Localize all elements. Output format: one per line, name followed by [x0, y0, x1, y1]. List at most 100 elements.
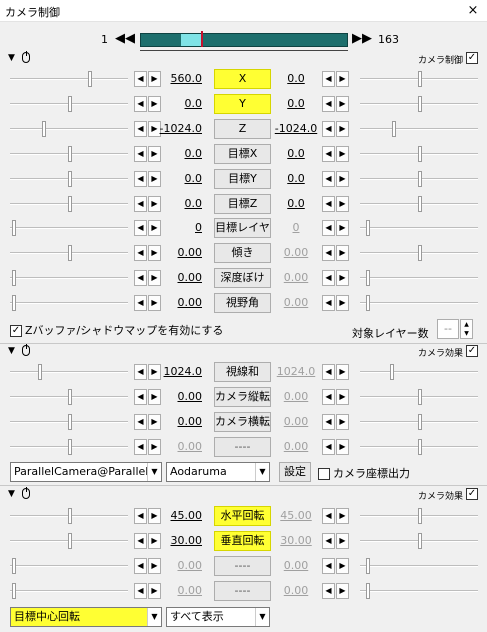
slider-thumb-start[interactable]	[68, 414, 72, 430]
arrow-left-icon[interactable]: ◀	[134, 533, 147, 549]
slider-thumb-start[interactable]	[38, 364, 42, 380]
arrow-right-icon[interactable]: ▶	[336, 196, 349, 212]
stepper-end[interactable]: ◀ ▶	[322, 508, 350, 524]
chevron-down-icon[interactable]: ▼	[147, 463, 161, 481]
stepper-end[interactable]: ◀ ▶	[322, 270, 350, 286]
arrow-left-icon[interactable]: ◀	[134, 71, 147, 87]
value-start[interactable]: 0.00	[150, 415, 203, 428]
param-button[interactable]: ----	[214, 556, 271, 576]
section-enable-checkbox[interactable]: ✓	[466, 52, 478, 64]
slider-track-end[interactable]	[360, 565, 478, 567]
arrow-right-icon[interactable]: ▶	[336, 121, 349, 137]
stepper-end[interactable]: ◀ ▶	[322, 295, 350, 311]
arrow-left-icon[interactable]: ◀	[322, 508, 335, 524]
zbuffer-checkbox[interactable]: ✓	[10, 325, 22, 337]
param-button[interactable]: 水平回転	[214, 506, 271, 526]
value-start[interactable]: -1024.0	[150, 122, 202, 135]
arrow-right-icon[interactable]: ▶	[336, 96, 349, 112]
slider-thumb-end[interactable]	[366, 583, 370, 599]
arrow-left-icon[interactable]: ◀	[322, 96, 335, 112]
slider-thumb-start[interactable]	[68, 196, 72, 212]
arrow-left-icon[interactable]: ◀	[322, 196, 335, 212]
param-button[interactable]: 垂直回転	[214, 531, 271, 551]
param-button[interactable]: ----	[214, 437, 271, 457]
collapse-icon[interactable]: ▼	[8, 52, 15, 64]
arrow-left-icon[interactable]: ◀	[322, 364, 335, 380]
slider-thumb-end[interactable]	[418, 96, 422, 112]
value-end[interactable]: 0.0	[273, 172, 319, 185]
slider-thumb-start[interactable]	[12, 583, 16, 599]
value-end[interactable]: 0.00	[273, 440, 319, 453]
arrow-left-icon[interactable]: ◀	[134, 583, 147, 599]
arrow-right-icon[interactable]: ▶	[336, 533, 349, 549]
value-end[interactable]: 0.0	[273, 197, 319, 210]
arrow-right-icon[interactable]: ▶	[336, 171, 349, 187]
section-enable-checkbox[interactable]: ✓	[466, 345, 478, 357]
script-select[interactable]: ParallelCamera@ParallelC ▼	[10, 462, 162, 482]
value-start[interactable]: 0	[150, 221, 202, 234]
spin-up-icon[interactable]: ▲	[464, 321, 469, 328]
chevron-down-icon[interactable]: ▼	[255, 463, 269, 481]
slider-track-end[interactable]	[360, 302, 478, 304]
arrow-right-icon[interactable]: ▶	[336, 364, 349, 380]
stepper-end[interactable]: ◀ ▶	[322, 121, 350, 137]
param-button[interactable]: 目標X	[214, 144, 271, 164]
arrow-left-icon[interactable]: ◀	[134, 146, 147, 162]
arrow-left-icon[interactable]: ◀	[134, 121, 147, 137]
slider-track-end[interactable]	[360, 590, 478, 592]
stepper-end[interactable]: ◀ ▶	[322, 71, 350, 87]
value-start[interactable]: 0.00	[150, 296, 203, 309]
arrow-right-icon[interactable]: ▶	[336, 220, 349, 236]
target-layer-spinner[interactable]: -- ▲ ▼	[437, 319, 473, 339]
value-end[interactable]: 1024.0	[273, 365, 319, 378]
arrow-left-icon[interactable]: ◀	[134, 389, 147, 405]
arrow-right-icon[interactable]: ▶	[336, 71, 349, 87]
value-end[interactable]: 0.00	[273, 296, 319, 309]
arrow-left-icon[interactable]: ◀	[322, 270, 335, 286]
arrow-left-icon[interactable]: ◀	[134, 270, 147, 286]
arrow-left-icon[interactable]: ◀	[134, 196, 147, 212]
stepper-end[interactable]: ◀ ▶	[322, 96, 350, 112]
value-end[interactable]: 0.00	[273, 271, 319, 284]
param-button[interactable]: Y	[214, 94, 271, 114]
value-start[interactable]: 0.00	[150, 390, 203, 403]
slider-thumb-start[interactable]	[88, 71, 92, 87]
stepper-end[interactable]: ◀ ▶	[322, 533, 350, 549]
value-start[interactable]: 0.0	[150, 97, 203, 110]
value-end[interactable]: 0.0	[273, 97, 319, 110]
value-start[interactable]: 0.0	[150, 147, 203, 160]
param-button[interactable]: 深度ぼけ	[214, 268, 271, 288]
value-start[interactable]: 560.0	[150, 72, 203, 85]
arrow-left-icon[interactable]: ◀	[134, 414, 147, 430]
arrow-left-icon[interactable]: ◀	[134, 439, 147, 455]
slider-thumb-start[interactable]	[68, 389, 72, 405]
arrow-left-icon[interactable]: ◀	[134, 558, 147, 574]
value-start[interactable]: 0.00	[150, 559, 203, 572]
param-button[interactable]: 傾き	[214, 243, 271, 263]
arrow-right-icon[interactable]: ▶	[336, 439, 349, 455]
arrow-right-icon[interactable]: ▶	[336, 558, 349, 574]
stepper-end[interactable]: ◀ ▶	[322, 220, 350, 236]
slider-thumb-end[interactable]	[418, 71, 422, 87]
timeline-track[interactable]	[140, 31, 348, 47]
slider-thumb-start[interactable]	[68, 508, 72, 524]
slider-thumb-end[interactable]	[366, 270, 370, 286]
value-start[interactable]: 0.00	[150, 246, 203, 259]
next-keyframe-button[interactable]: ▶▶	[352, 31, 372, 47]
stepper-end[interactable]: ◀ ▶	[322, 558, 350, 574]
arrow-left-icon[interactable]: ◀	[322, 389, 335, 405]
arrow-left-icon[interactable]: ◀	[322, 71, 335, 87]
param-button[interactable]: 視線和	[214, 362, 271, 382]
value-end[interactable]: 0.00	[273, 415, 319, 428]
slider-thumb-start[interactable]	[12, 270, 16, 286]
param-button[interactable]: 視野角	[214, 293, 271, 313]
slider-thumb-end[interactable]	[418, 439, 422, 455]
arrow-left-icon[interactable]: ◀	[134, 364, 147, 380]
arrow-left-icon[interactable]: ◀	[134, 245, 147, 261]
param-button[interactable]: 目標Z	[214, 194, 271, 214]
slider-track-start[interactable]	[10, 78, 128, 80]
arrow-right-icon[interactable]: ▶	[336, 146, 349, 162]
slider-thumb-end[interactable]	[418, 196, 422, 212]
param-button[interactable]: カメラ横転	[214, 412, 271, 432]
stepper-end[interactable]: ◀ ▶	[322, 583, 350, 599]
